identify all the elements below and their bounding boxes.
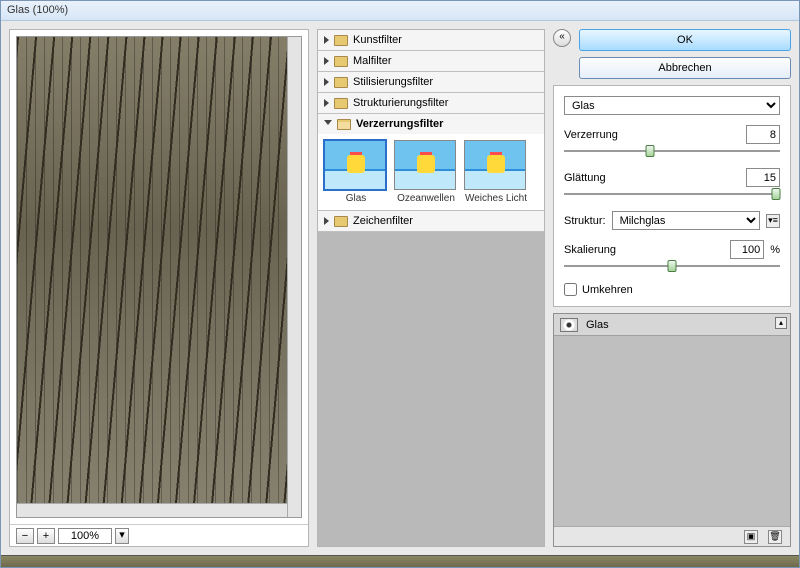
- category-label: Verzerrungsfilter: [356, 118, 443, 130]
- effect-layer-row[interactable]: Glas: [554, 314, 790, 336]
- slider-thumb[interactable]: [646, 145, 655, 157]
- window-title: Glas (100%): [7, 4, 68, 16]
- filter-list-panel: Kunstfilter Malfilter Stilisierungsfilte…: [317, 29, 545, 547]
- zoom-in-button[interactable]: +: [37, 528, 55, 544]
- scroll-up-button[interactable]: ▴: [775, 317, 787, 329]
- folder-open-icon: [337, 119, 351, 130]
- effect-layer-name: Glas: [586, 319, 609, 331]
- param-skalierung: Skalierung %: [564, 240, 780, 273]
- category-header-strukturierungsfilter[interactable]: Strukturierungsfilter: [318, 93, 544, 113]
- disclosure-triangle-icon: [324, 99, 329, 107]
- filter-thumb-ozeanwellen[interactable]: Ozeanwellen: [394, 140, 458, 204]
- new-effect-layer-button[interactable]: ▣: [744, 530, 758, 544]
- category-header-stilisierungsfilter[interactable]: Stilisierungsfilter: [318, 72, 544, 92]
- glaettung-slider[interactable]: [564, 187, 780, 201]
- category-stilisierungsfilter: Stilisierungsfilter: [318, 72, 544, 93]
- filter-thumb-label: Weiches Licht: [464, 193, 528, 204]
- param-label: Skalierung: [564, 244, 616, 256]
- verzerrung-slider[interactable]: [564, 144, 780, 158]
- delete-effect-layer-button[interactable]: 🗑: [768, 530, 782, 544]
- filter-thumb-image: [324, 140, 386, 190]
- disclosure-triangle-icon: [324, 57, 329, 65]
- window-titlebar[interactable]: Glas (100%): [1, 1, 799, 21]
- zoom-value[interactable]: 100%: [58, 528, 112, 544]
- filter-thumb-label: Glas: [324, 193, 388, 204]
- category-header-malfilter[interactable]: Malfilter: [318, 51, 544, 71]
- category-header-kunstfilter[interactable]: Kunstfilter: [318, 30, 544, 50]
- preview-image: [17, 37, 301, 517]
- category-label: Zeichenfilter: [353, 215, 413, 227]
- category-kunstfilter: Kunstfilter: [318, 30, 544, 51]
- ok-button[interactable]: OK: [579, 29, 791, 51]
- unit-label: %: [770, 244, 780, 256]
- category-verzerrungsfilter: Verzerrungsfilter Glas Ozeanwellen Weich…: [318, 114, 544, 211]
- category-strukturierungsfilter: Strukturierungsfilter: [318, 93, 544, 114]
- folder-icon: [334, 35, 348, 46]
- umkehren-checkbox-row[interactable]: Umkehren: [564, 283, 780, 296]
- texture-menu-button[interactable]: ▾≡: [766, 214, 780, 228]
- preview-viewport[interactable]: [16, 36, 302, 518]
- filter-thumb-image: [464, 140, 526, 190]
- zoom-dropdown[interactable]: ▾: [115, 528, 129, 544]
- disclosure-triangle-icon: [324, 78, 329, 86]
- cancel-button[interactable]: Abbrechen: [579, 57, 791, 79]
- filter-gallery-window: Glas (100%) − + 100% ▾ Kunstfilt: [0, 0, 800, 568]
- collapse-panel-button[interactable]: «: [553, 29, 571, 47]
- visibility-eye-icon[interactable]: [560, 318, 578, 332]
- param-verzerrung: Verzerrung: [564, 125, 780, 158]
- checkbox-label: Umkehren: [582, 284, 633, 296]
- top-buttons-row: « OK Abbrechen: [553, 29, 791, 79]
- zoom-out-button[interactable]: −: [16, 528, 34, 544]
- slider-thumb[interactable]: [771, 188, 780, 200]
- filter-thumb-image: [394, 140, 456, 190]
- window-bottom-strip: [1, 555, 799, 567]
- folder-icon: [334, 98, 348, 109]
- effect-layers-footer: ▣ 🗑: [554, 526, 790, 546]
- param-label: Glättung: [564, 172, 606, 184]
- filter-thumb-glas[interactable]: Glas: [324, 140, 388, 204]
- param-struktur: Struktur: Milchglas ▾≡: [564, 211, 780, 230]
- slider-thumb[interactable]: [668, 260, 677, 272]
- glaettung-input[interactable]: [746, 168, 780, 187]
- umkehren-checkbox[interactable]: [564, 283, 577, 296]
- category-malfilter: Malfilter: [318, 51, 544, 72]
- window-body: − + 100% ▾ Kunstfilter Malfilter: [1, 21, 799, 555]
- effect-layers-empty: [554, 336, 790, 526]
- filter-thumb-weiches-licht[interactable]: Weiches Licht: [464, 140, 528, 204]
- folder-icon: [334, 77, 348, 88]
- filter-options-panel: Glas Verzerrung Glättung: [553, 85, 791, 307]
- disclosure-triangle-open-icon: [324, 120, 332, 129]
- category-zeichenfilter: Zeichenfilter: [318, 211, 544, 232]
- category-body-verzerrungsfilter: Glas Ozeanwellen Weiches Licht: [318, 134, 544, 210]
- slider-track: [564, 193, 780, 195]
- filter-select[interactable]: Glas: [564, 96, 780, 115]
- param-glaettung: Glättung: [564, 168, 780, 201]
- effect-layers-panel: Glas ▣ 🗑: [553, 313, 791, 547]
- filter-thumb-label: Ozeanwellen: [394, 193, 458, 204]
- category-header-zeichenfilter[interactable]: Zeichenfilter: [318, 211, 544, 231]
- param-label: Struktur:: [564, 215, 606, 227]
- folder-icon: [334, 56, 348, 67]
- category-label: Kunstfilter: [353, 34, 402, 46]
- filter-list-empty-area: [318, 232, 544, 546]
- preview-panel: − + 100% ▾: [9, 29, 309, 547]
- slider-track: [564, 150, 780, 152]
- disclosure-triangle-icon: [324, 217, 329, 225]
- skalierung-slider[interactable]: [564, 259, 780, 273]
- disclosure-triangle-icon: [324, 36, 329, 44]
- struktur-select[interactable]: Milchglas: [612, 211, 760, 230]
- skalierung-input[interactable]: [730, 240, 764, 259]
- verzerrung-input[interactable]: [746, 125, 780, 144]
- category-header-verzerrungsfilter[interactable]: Verzerrungsfilter: [318, 114, 544, 134]
- preview-scrollbar-horizontal[interactable]: [17, 503, 287, 517]
- preview-scrollbar-vertical[interactable]: [287, 37, 301, 517]
- zoom-bar: − + 100% ▾: [10, 524, 308, 546]
- controls-column: « OK Abbrechen Glas Verzerrung: [553, 29, 791, 547]
- effect-layers-wrap: Glas ▣ 🗑 ▴: [553, 313, 791, 547]
- category-label: Malfilter: [353, 55, 392, 67]
- param-label: Verzerrung: [564, 129, 618, 141]
- category-label: Strukturierungsfilter: [353, 97, 448, 109]
- folder-icon: [334, 216, 348, 227]
- category-label: Stilisierungsfilter: [353, 76, 433, 88]
